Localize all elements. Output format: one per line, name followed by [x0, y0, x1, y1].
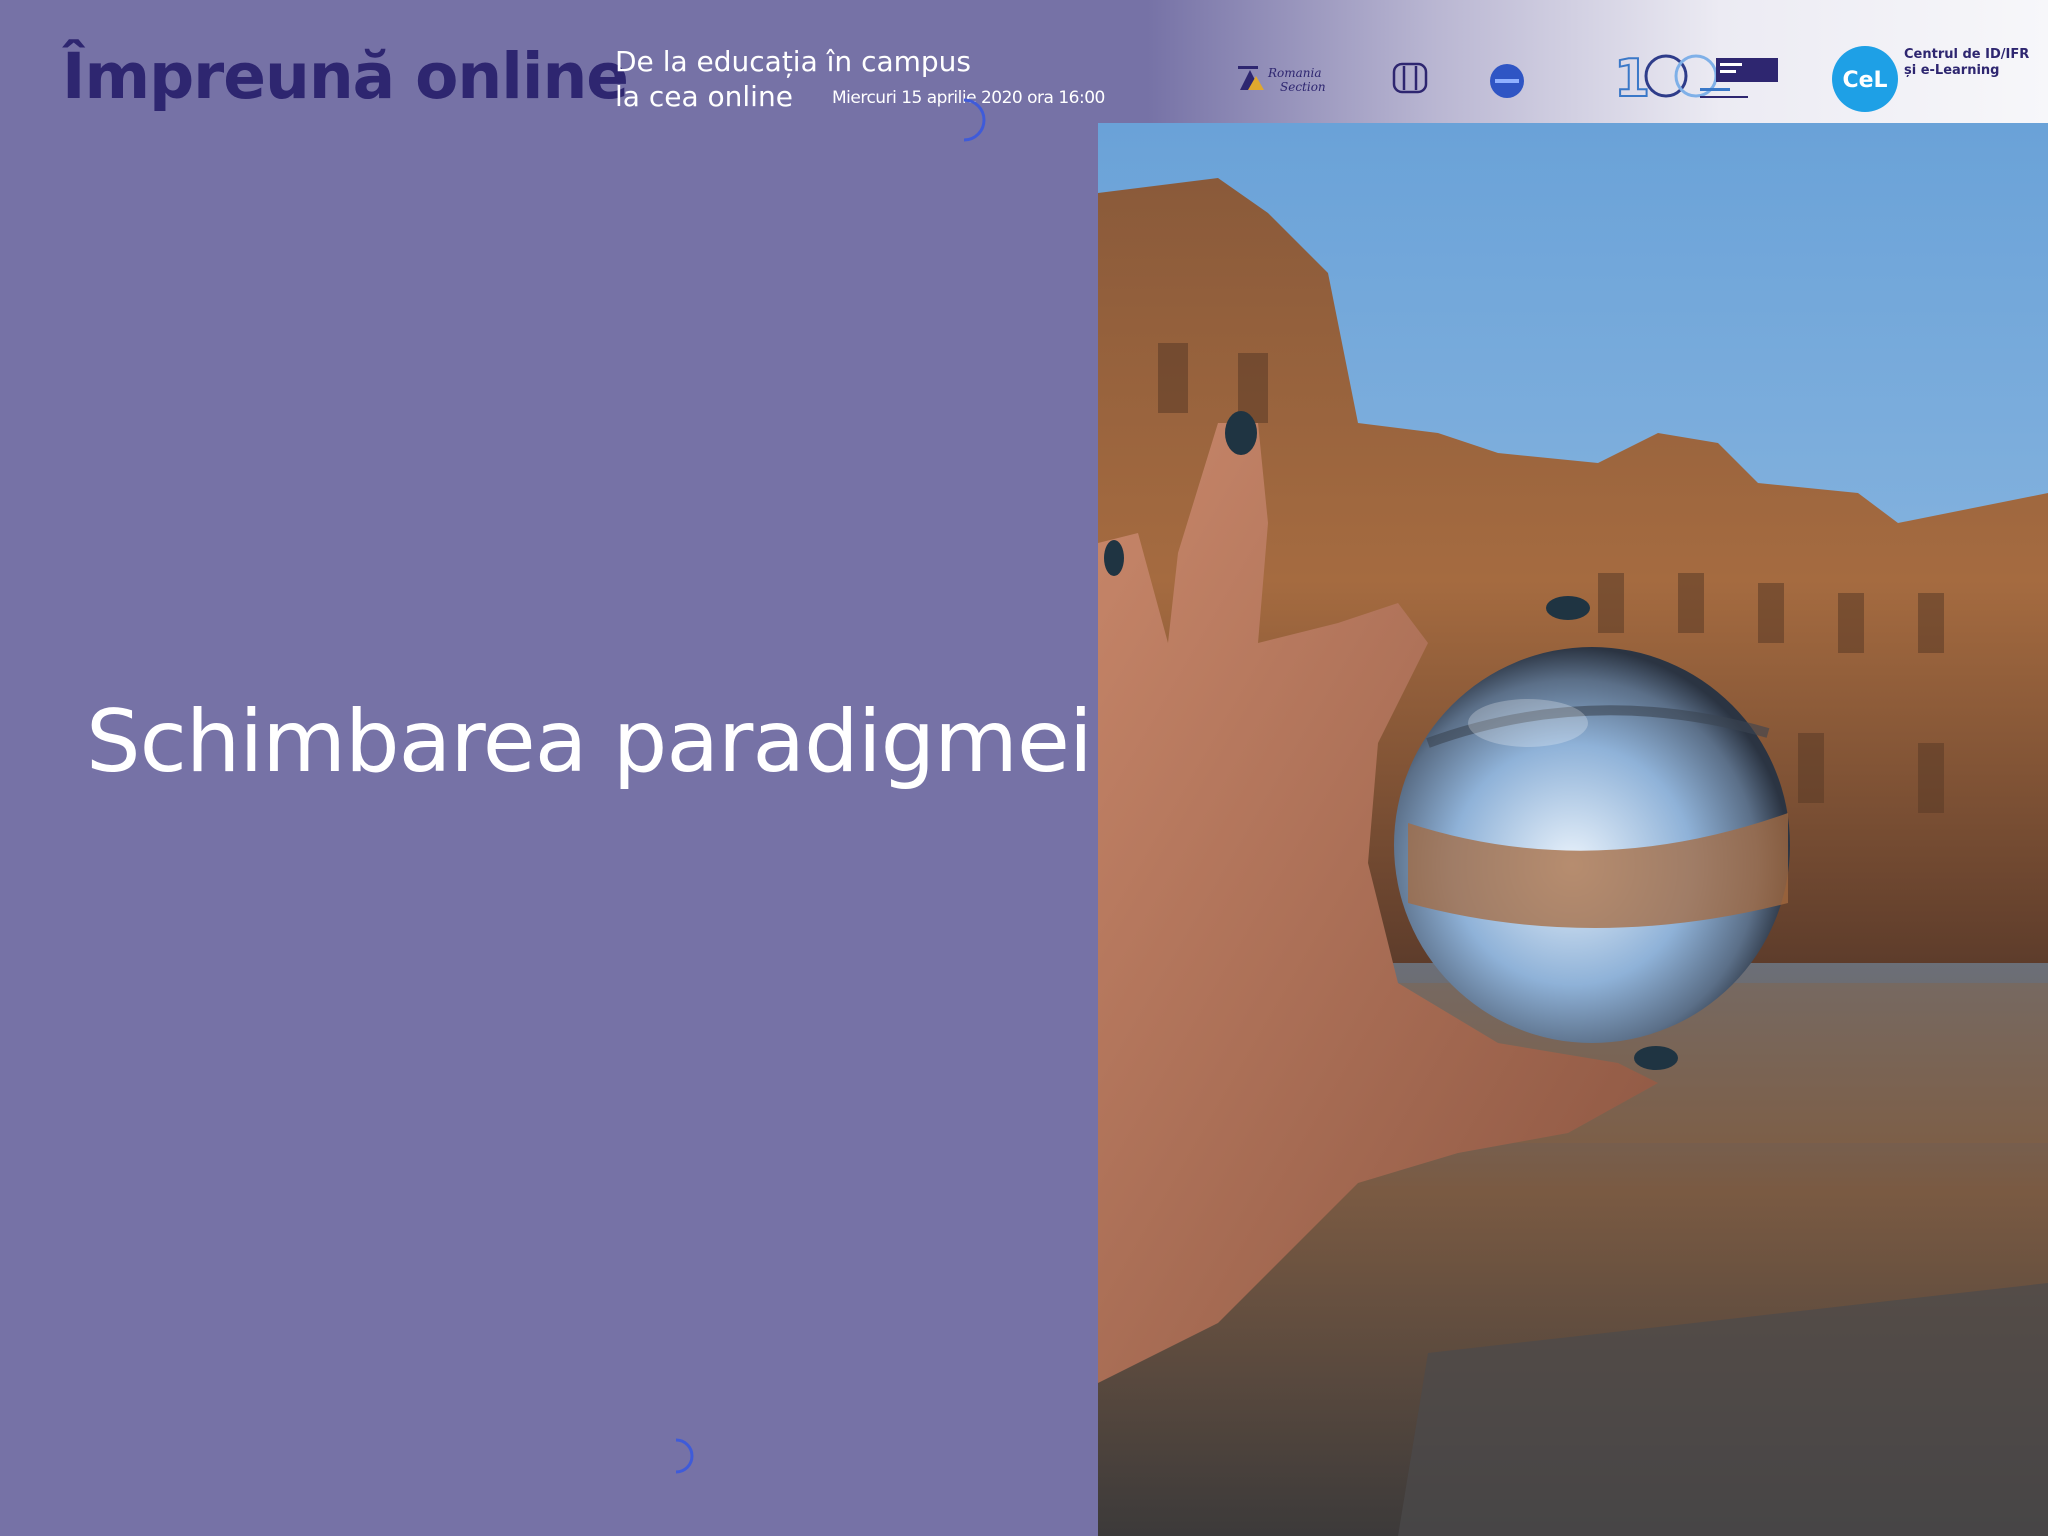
oxi-logo — [1392, 62, 1428, 94]
svg-text:CeL: CeL — [1842, 68, 1887, 93]
brand-title: Împreună online — [62, 40, 629, 113]
svg-text:Romania: Romania — [1267, 66, 1322, 80]
ieee-romania-section-logo: Romania Section — [1238, 66, 1326, 94]
cel-center-line-2: și e-Learning — [1904, 63, 2000, 78]
cel-logo: CeL — [1832, 46, 1898, 112]
decorative-arc-icon — [963, 98, 986, 142]
cel-center-caption: Centrul de ID/IFR și e-Learning — [1904, 47, 2029, 78]
header-banner: Împreună online De la educația în campus… — [0, 0, 2048, 142]
cel-center-line-1: Centrul de ID/IFR — [1904, 47, 2029, 62]
slide-title: Schimbarea paradigmei — [86, 692, 1093, 792]
event-title-line-1: De la educația în campus — [615, 45, 972, 78]
100-years-upt-logo: 1 — [1614, 48, 1778, 110]
decorative-arc-icon — [675, 1438, 694, 1474]
event-title-line-2: la cea online — [615, 80, 793, 113]
crystal-ball-photo — [1098, 123, 2048, 1536]
svg-text:Section: Section — [1280, 80, 1326, 94]
round-badge-logo — [1490, 64, 1524, 98]
